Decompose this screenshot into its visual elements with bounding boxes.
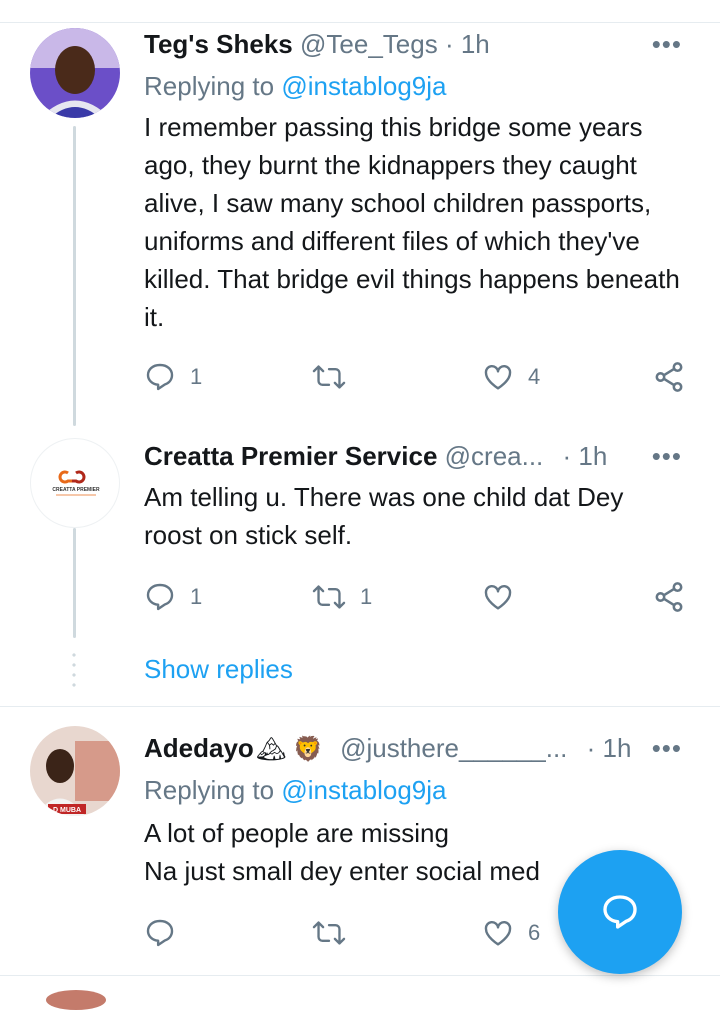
share-icon	[655, 362, 683, 392]
avatar-logo-text: CREATTA PREMIER	[52, 487, 100, 493]
name-emojis: 🏔 🦁	[255, 736, 323, 763]
like-button[interactable]: 6	[482, 913, 540, 953]
retweet-button[interactable]	[312, 357, 360, 397]
thread-line	[73, 528, 76, 638]
display-name[interactable]: Creatta Premier Service	[144, 441, 437, 471]
display-name[interactable]: Adedayo	[144, 733, 254, 763]
handle[interactable]: @crea...	[445, 441, 544, 471]
reply-icon	[146, 919, 174, 947]
reply-count: 1	[190, 364, 203, 389]
timestamp[interactable]: · 1h	[445, 29, 490, 59]
retweet-count: 1	[360, 584, 373, 609]
retweet-icon	[312, 585, 346, 609]
share-button[interactable]	[652, 357, 686, 397]
tweet-text: Am telling u. There was one child dat De…	[144, 482, 624, 550]
like-icon	[484, 585, 512, 610]
handle[interactable]: @justhere______...	[340, 733, 567, 763]
avatar[interactable]: D MUBA	[30, 726, 120, 816]
compose-reply-button[interactable]	[558, 850, 682, 974]
avatar[interactable]: CREATTA PREMIER	[30, 438, 120, 528]
tweet-actions: 1 4	[144, 357, 694, 397]
retweet-button[interactable]	[312, 913, 360, 953]
tweet-header: Teg's Sheks @Tee_Tegs · 1h	[144, 28, 490, 60]
like-count: 4	[528, 364, 541, 389]
retweet-icon	[312, 921, 346, 945]
avatar-badge-text: D MUBA	[53, 807, 81, 814]
more-icon[interactable]: •••	[652, 735, 682, 761]
tweet-text-line: A lot of people are missing	[144, 818, 449, 848]
tweet-actions: 1 1	[144, 577, 694, 617]
replying-to: Replying to @instablog9ja	[144, 775, 447, 805]
more-icon[interactable]: •••	[652, 443, 682, 469]
show-replies-link[interactable]: Show replies	[144, 653, 293, 685]
share-icon	[655, 582, 683, 612]
top-divider	[0, 22, 720, 23]
replying-handle-link[interactable]: @instablog9ja	[281, 775, 446, 805]
display-name[interactable]: Teg's Sheks	[144, 29, 293, 59]
divider	[0, 975, 720, 976]
reply-icon	[146, 583, 174, 611]
more-icon[interactable]: •••	[652, 31, 682, 57]
tweet-text: I remember passing this bridge some year…	[144, 112, 680, 332]
thread-line	[73, 126, 76, 426]
like-button[interactable]	[482, 577, 528, 617]
retweet-button[interactable]: 1	[312, 577, 372, 617]
avatar[interactable]	[30, 28, 120, 118]
like-icon	[484, 365, 512, 390]
replying-to: Replying to @instablog9ja	[144, 71, 447, 101]
reply-button[interactable]	[144, 913, 190, 953]
tweet-header: Creatta Premier Service @crea... · 1h	[144, 440, 607, 472]
next-tweet-avatar[interactable]	[46, 990, 106, 1010]
like-count: 6	[528, 920, 541, 945]
timestamp[interactable]: · 1h	[587, 733, 632, 763]
like-button[interactable]: 4	[482, 357, 540, 397]
replying-handle-link[interactable]: @instablog9ja	[281, 71, 446, 101]
divider	[0, 706, 720, 707]
reply-button[interactable]: 1	[144, 357, 202, 397]
reply-button[interactable]: 1	[144, 577, 202, 617]
handle[interactable]: @Tee_Tegs	[300, 29, 438, 59]
reply-count: 1	[190, 584, 203, 609]
retweet-icon	[312, 365, 346, 389]
like-icon	[484, 921, 512, 946]
timestamp[interactable]: · 1h	[563, 441, 608, 471]
tweet-header: Adedayo🏔 🦁 @justhere______... · 1h	[144, 732, 631, 766]
more-replies-dots	[72, 650, 76, 690]
compose-reply-icon	[603, 895, 637, 929]
reply-icon	[146, 363, 174, 391]
share-button[interactable]	[652, 577, 686, 617]
